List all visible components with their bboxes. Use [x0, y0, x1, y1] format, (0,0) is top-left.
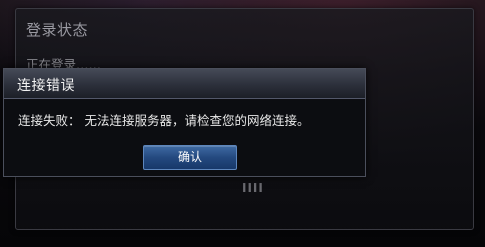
obscured-text: IIII: [242, 181, 264, 195]
game-screen: 登录状态 正在登录…… IIII 连接错误 连接失败： 无法连接服务器，请检查您…: [0, 0, 485, 247]
error-message: 连接失败： 无法连接服务器，请检查您的网络连接。: [18, 113, 310, 128]
dialog-header: 连接错误: [4, 69, 365, 99]
dialog-title: 连接错误: [17, 78, 75, 94]
login-status-title: 登录状态: [26, 21, 89, 39]
confirm-button[interactable]: 确认: [143, 145, 237, 170]
connection-error-dialog: 连接错误 连接失败： 无法连接服务器，请检查您的网络连接。 确认: [3, 68, 366, 177]
